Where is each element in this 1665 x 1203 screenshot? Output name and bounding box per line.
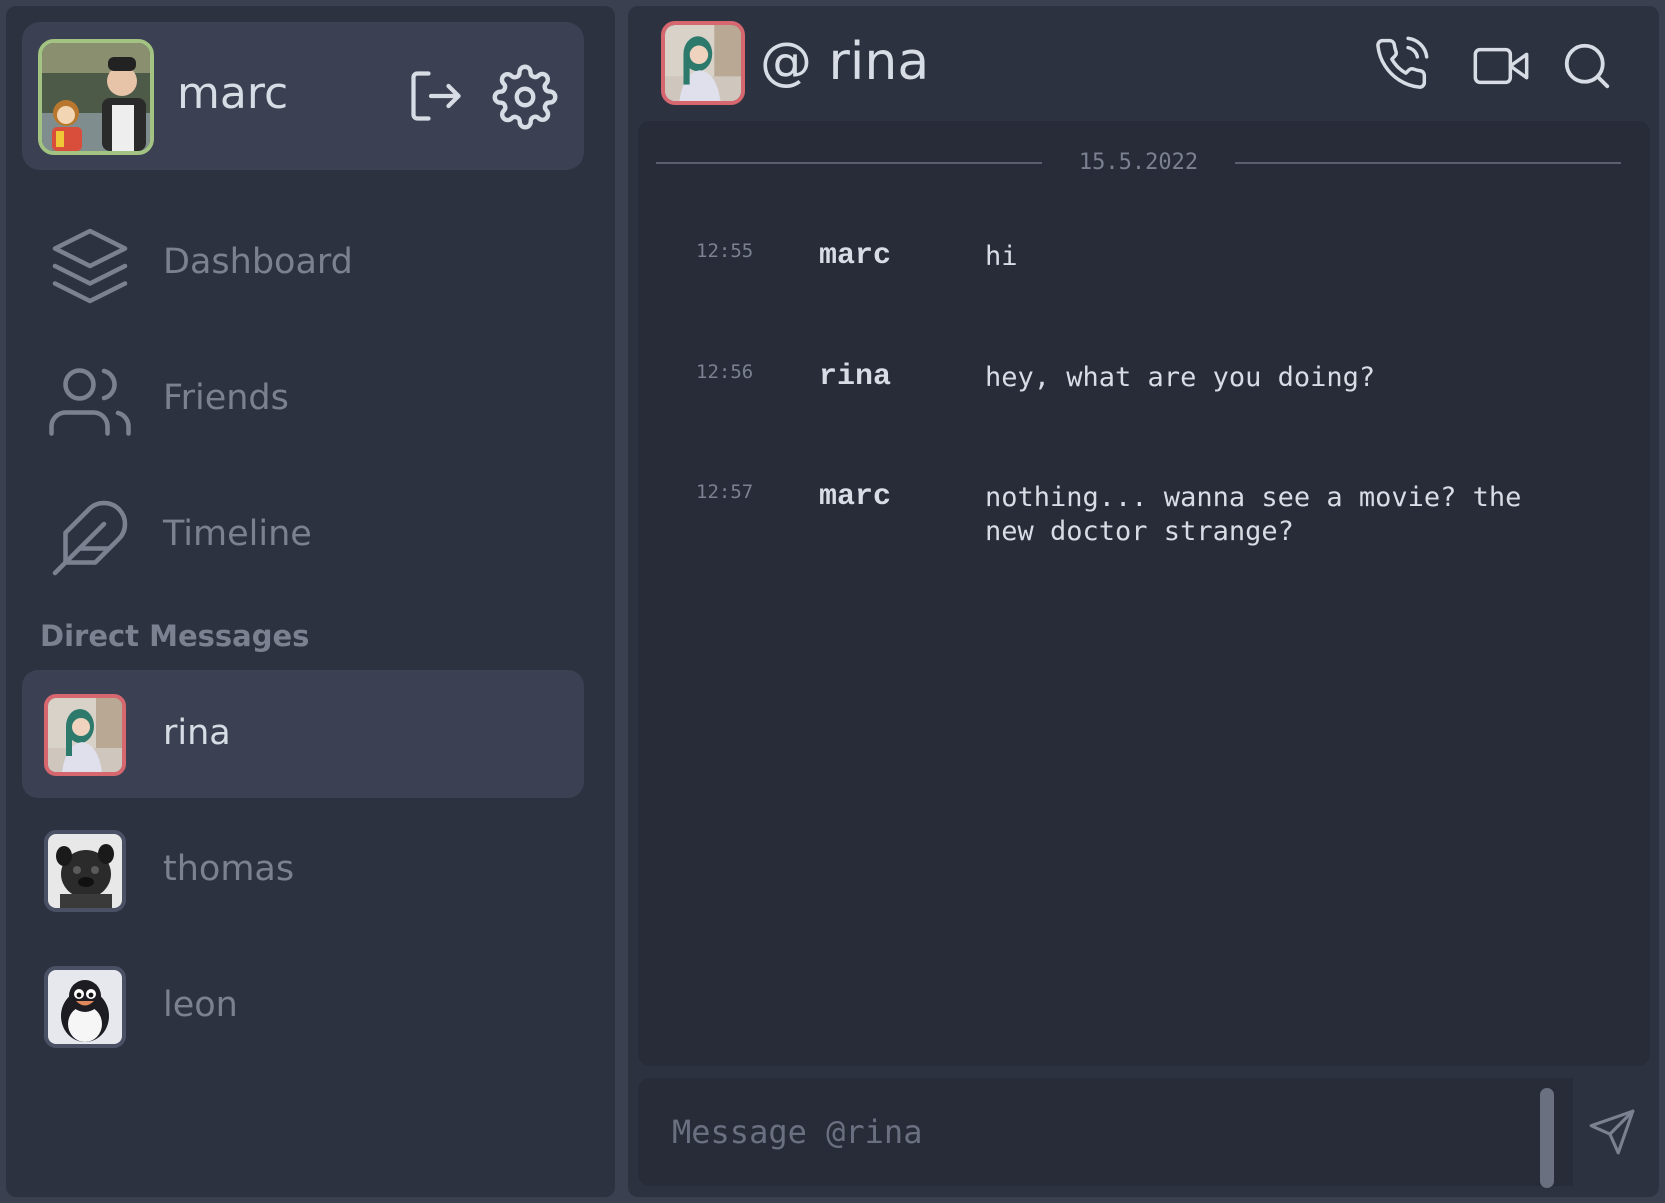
nav-item-dashboard[interactable]: Dashboard [22, 209, 584, 319]
current-user-name: marc [177, 68, 289, 119]
avatar [44, 966, 126, 1048]
logout-icon [411, 71, 461, 121]
message-time: 12:57 [696, 481, 754, 503]
search-icon [1564, 43, 1610, 89]
divider [656, 162, 1042, 164]
users-icon [48, 360, 132, 444]
chat-partner-avatar[interactable] [661, 21, 745, 105]
dm-name-leon: leon [163, 985, 238, 1025]
nav-item-friends[interactable]: Friends [22, 345, 584, 455]
avatar [44, 830, 126, 912]
phone-icon [1376, 36, 1429, 89]
message-text: hey, what are you doing? [985, 362, 1376, 393]
message-author[interactable]: marc [819, 481, 891, 514]
dm-name-thomas: thomas [163, 849, 295, 889]
video-icon [1473, 47, 1529, 85]
chat-panel: @ rina 15.5.2022 12:55 marc hi 12:56 rin… [628, 6, 1659, 1197]
message-composer [638, 1078, 1650, 1188]
nav-label-timeline: Timeline [163, 514, 312, 554]
layers-icon [48, 224, 132, 308]
dm-item-rina[interactable]: rina [22, 670, 584, 798]
chat-title: @ rina [760, 32, 930, 92]
nav-item-timeline[interactable]: Timeline [22, 481, 584, 591]
message-time: 12:55 [696, 240, 754, 262]
message-author[interactable]: marc [819, 240, 891, 273]
send-icon [1589, 1109, 1634, 1155]
message-author[interactable]: rina [819, 361, 891, 394]
nav-label-dashboard: Dashboard [163, 242, 353, 282]
date-label: 15.5.2022 [1078, 150, 1199, 175]
logout-button[interactable] [406, 66, 466, 126]
message-text: hi [985, 241, 1018, 272]
send-button[interactable] [1573, 1078, 1650, 1186]
composer-resize-handle[interactable] [1540, 1088, 1554, 1188]
direct-messages-heading: Direct Messages [40, 619, 310, 653]
message-input[interactable] [638, 1078, 1518, 1186]
dm-name-rina: rina [163, 713, 231, 753]
dm-item-thomas[interactable]: thomas [22, 806, 584, 934]
date-separator: 15.5.2022 [656, 151, 1621, 175]
message-time: 12:56 [696, 361, 754, 383]
call-button[interactable] [1373, 36, 1429, 92]
message-list: 15.5.2022 12:55 marc hi 12:56 rina hey, … [638, 121, 1650, 1066]
nav-label-friends: Friends [163, 378, 289, 418]
gear-icon [492, 64, 558, 130]
feather-icon [48, 496, 132, 580]
dm-item-leon[interactable]: leon [22, 942, 584, 1070]
message-text: nothing... wanna see a movie? the new do… [985, 482, 1522, 547]
video-call-button[interactable] [1470, 38, 1532, 94]
search-button[interactable] [1558, 38, 1616, 94]
avatar [44, 694, 126, 776]
settings-button[interactable] [492, 64, 558, 130]
sidebar: marc Dashboard Friends Timeline Direct M… [6, 6, 615, 1197]
current-user-avatar[interactable] [38, 39, 154, 155]
current-user-card: marc [22, 22, 584, 170]
divider [1235, 162, 1621, 164]
